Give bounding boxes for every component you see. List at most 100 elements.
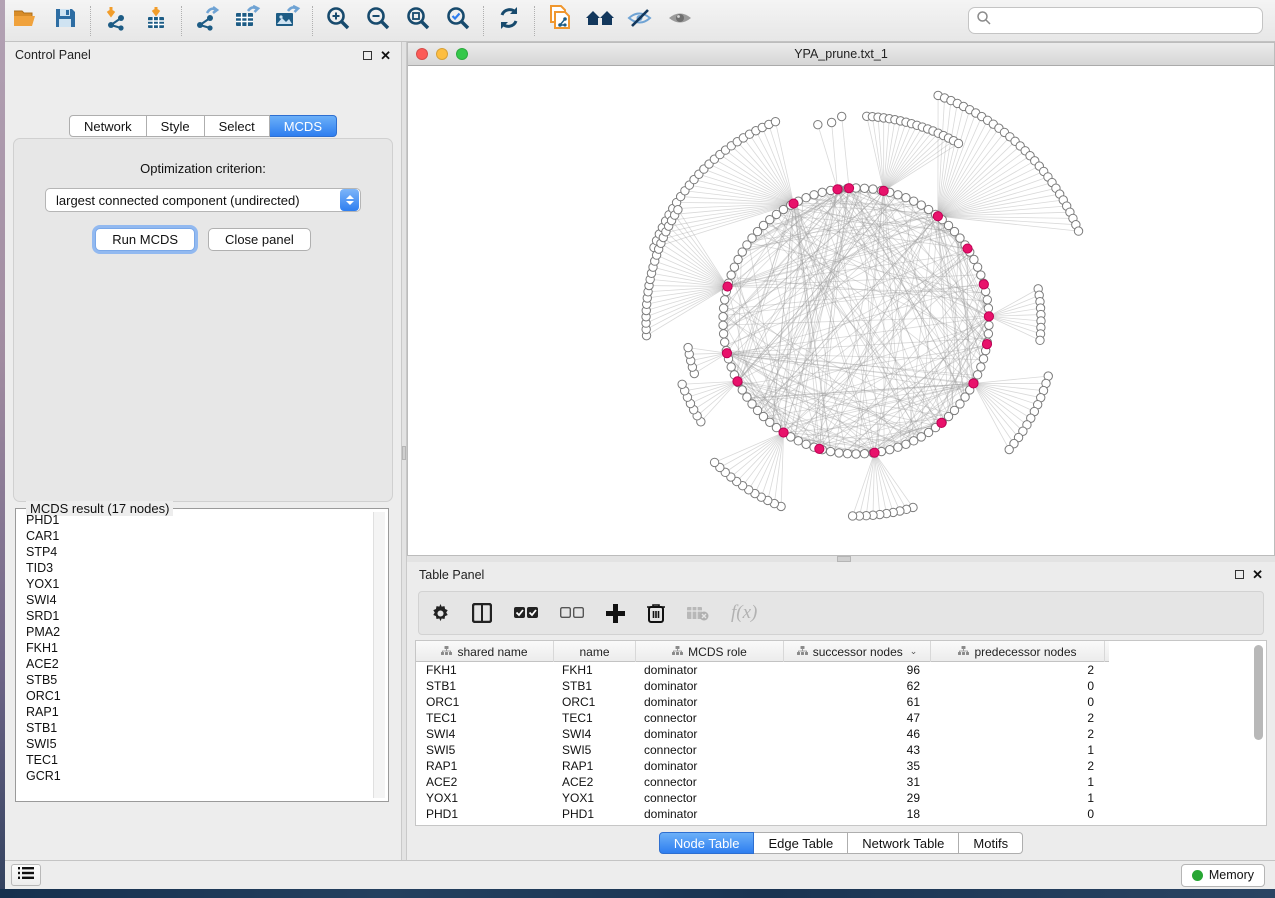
- table-row[interactable]: ORC1ORC1dominator610: [416, 694, 1266, 710]
- table-tab-motifs[interactable]: Motifs: [959, 832, 1023, 854]
- network-leaf-node[interactable]: [827, 118, 835, 126]
- network-node[interactable]: [721, 296, 729, 304]
- network-node[interactable]: [984, 330, 992, 338]
- mcds-hub-node[interactable]: [969, 379, 978, 388]
- column-header-predecessor-nodes[interactable]: predecessor nodes: [931, 641, 1105, 662]
- network-node[interactable]: [894, 191, 902, 199]
- network-node[interactable]: [826, 447, 834, 455]
- network-node[interactable]: [719, 330, 727, 338]
- network-node[interactable]: [902, 194, 910, 202]
- network-node[interactable]: [802, 440, 810, 448]
- float-panel-icon[interactable]: [363, 51, 372, 60]
- close-panel-icon[interactable]: ✕: [1252, 570, 1263, 579]
- table-row[interactable]: PHD1PHD1dominator180: [416, 806, 1266, 822]
- network-node[interactable]: [970, 255, 978, 263]
- network-leaf-node[interactable]: [710, 458, 718, 466]
- mcds-result-item[interactable]: PHD1: [19, 512, 372, 528]
- mcds-hub-node[interactable]: [933, 212, 942, 221]
- network-leaf-node[interactable]: [678, 380, 686, 388]
- first-neighbors-button[interactable]: [580, 3, 620, 39]
- mcds-hub-node[interactable]: [879, 186, 888, 195]
- network-node[interactable]: [727, 363, 735, 371]
- task-history-button[interactable]: [11, 864, 41, 886]
- search-input[interactable]: [992, 14, 1255, 28]
- mcds-result-item[interactable]: PMA2: [19, 624, 372, 640]
- mcds-hub-node[interactable]: [779, 428, 788, 437]
- network-node[interactable]: [977, 271, 985, 279]
- network-node[interactable]: [973, 371, 981, 379]
- table-row[interactable]: FKH1FKH1dominator962: [416, 662, 1266, 678]
- network-node[interactable]: [917, 433, 925, 441]
- table-row[interactable]: TEC1TEC1connector472: [416, 710, 1266, 726]
- save-session-button[interactable]: [45, 3, 85, 39]
- zoom-in-button[interactable]: [318, 3, 358, 39]
- network-window-titlebar[interactable]: YPA_prune.txt_1: [408, 43, 1274, 66]
- function-builder-button[interactable]: f(x): [731, 602, 757, 624]
- memory-button[interactable]: Memory: [1181, 864, 1265, 887]
- network-leaf-node[interactable]: [814, 120, 822, 128]
- mcds-result-list[interactable]: PHD1CAR1STP4TID3YOX1SWI4SRD1PMA2FKH1ACE2…: [19, 512, 372, 798]
- delete-column-button[interactable]: [647, 603, 665, 623]
- network-node[interactable]: [977, 363, 985, 371]
- network-node[interactable]: [719, 313, 727, 321]
- table-settings-button[interactable]: [431, 604, 450, 623]
- network-leaf-node[interactable]: [954, 139, 962, 147]
- network-node[interactable]: [730, 263, 738, 271]
- mcds-hub-node[interactable]: [833, 185, 842, 194]
- network-graph[interactable]: [408, 66, 1274, 555]
- clone-network-button[interactable]: [540, 3, 580, 39]
- float-panel-icon[interactable]: [1235, 570, 1244, 579]
- network-node[interactable]: [818, 188, 826, 196]
- column-header-MCDS-role[interactable]: MCDS role: [636, 641, 784, 662]
- network-node[interactable]: [719, 321, 727, 329]
- network-leaf-node[interactable]: [1074, 227, 1082, 235]
- search-box[interactable]: [968, 7, 1263, 34]
- network-node[interactable]: [886, 445, 894, 453]
- network-canvas[interactable]: [408, 66, 1274, 555]
- network-node[interactable]: [794, 437, 802, 445]
- table-row[interactable]: YOX1YOX1connector291: [416, 790, 1266, 806]
- mcds-result-item[interactable]: ORC1: [19, 688, 372, 704]
- network-leaf-node[interactable]: [837, 112, 845, 120]
- network-node[interactable]: [852, 450, 860, 458]
- network-node[interactable]: [869, 185, 877, 193]
- create-column-button[interactable]: [606, 604, 625, 623]
- mcds-hub-node[interactable]: [815, 444, 824, 453]
- mcds-hub-node[interactable]: [984, 312, 993, 321]
- table-row[interactable]: ACE2ACE2connector311: [416, 774, 1266, 790]
- zoom-selected-button[interactable]: [438, 3, 478, 39]
- mcds-result-item[interactable]: SWI4: [19, 592, 372, 608]
- mcds-hub-node[interactable]: [937, 418, 946, 427]
- tab-network[interactable]: Network: [69, 115, 147, 137]
- mcds-list-scrollbar[interactable]: [373, 512, 385, 798]
- show-column-button[interactable]: [472, 603, 492, 623]
- tab-select[interactable]: Select: [205, 115, 270, 137]
- mcds-hub-node[interactable]: [870, 448, 879, 457]
- mcds-hub-node[interactable]: [733, 377, 742, 386]
- mcds-hub-node[interactable]: [982, 339, 991, 348]
- network-node[interactable]: [721, 338, 729, 346]
- mcds-result-item[interactable]: SWI5: [19, 736, 372, 752]
- import-table-button[interactable]: [136, 3, 176, 39]
- close-panel-button[interactable]: Close panel: [208, 228, 311, 251]
- mcds-result-item[interactable]: STB5: [19, 672, 372, 688]
- mcds-result-item[interactable]: STB1: [19, 720, 372, 736]
- tab-mcds[interactable]: MCDS: [270, 115, 337, 137]
- network-node[interactable]: [843, 450, 851, 458]
- mcds-result-item[interactable]: STP4: [19, 544, 372, 560]
- mcds-result-item[interactable]: YOX1: [19, 576, 372, 592]
- network-node[interactable]: [860, 450, 868, 458]
- network-node[interactable]: [835, 449, 843, 457]
- network-leaf-node[interactable]: [1036, 336, 1044, 344]
- table-row[interactable]: STB1STB1dominator620: [416, 678, 1266, 694]
- table-scrollbar[interactable]: [1253, 645, 1264, 821]
- deselect-all-rows-button[interactable]: [560, 606, 584, 620]
- run-mcds-button[interactable]: Run MCDS: [95, 228, 195, 251]
- mcds-result-item[interactable]: ACE2: [19, 656, 372, 672]
- network-node[interactable]: [985, 321, 993, 329]
- column-header-successor-nodes[interactable]: successor nodes⌄: [784, 641, 931, 662]
- network-node[interactable]: [910, 437, 918, 445]
- network-node[interactable]: [910, 197, 918, 205]
- table-tab-network-table[interactable]: Network Table: [848, 832, 959, 854]
- network-node[interactable]: [979, 355, 987, 363]
